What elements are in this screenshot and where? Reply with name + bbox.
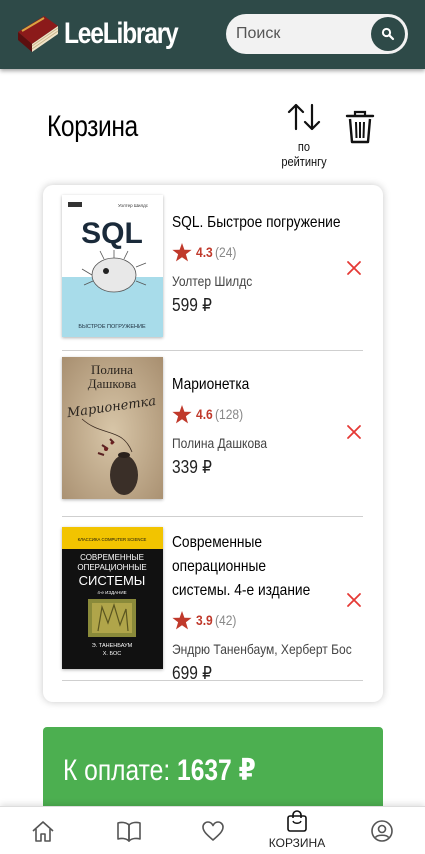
item-info: Марионетка 4.6 (128) Полина Дашкова 339 … <box>172 373 342 478</box>
book-cover[interactable]: Уолтер Шилдс SQL БЫСТРОЕ ПОГРУЖЕНИЕ <box>62 195 163 337</box>
bag-icon <box>287 810 307 832</box>
sort-label: по рейтингу <box>281 139 327 169</box>
book-title[interactable]: Марионетка <box>172 373 344 397</box>
rating-value: 4.6 <box>196 406 213 422</box>
rating-value: 3.9 <box>196 612 213 628</box>
search-input[interactable] <box>226 14 372 54</box>
rating-count: (42) <box>215 612 237 628</box>
cart-item: КЛАССИКА COMPUTER SCIENCE СОВРЕМЕННЫЕ ОП… <box>62 517 363 684</box>
nav-cart-label: КОРЗИНА <box>268 836 326 850</box>
book-title-line1: Современные операционные <box>172 534 267 575</box>
sort-by-rating-button[interactable]: по рейтингу <box>273 101 335 169</box>
book-price: 339 ₽ <box>172 457 212 477</box>
close-icon <box>347 593 361 607</box>
book-cover[interactable]: Полина Дашкова Марионетка <box>62 357 163 499</box>
close-icon <box>347 261 361 275</box>
rating: 4.6 (128) <box>172 403 342 425</box>
rating-count: (24) <box>215 244 237 260</box>
rating-value: 4.3 <box>196 244 213 260</box>
cover-author-first: Полина <box>91 362 133 377</box>
book-title[interactable]: SQL. Быстрое погружение <box>172 211 344 235</box>
sort-arrows-icon <box>287 103 321 131</box>
book-title[interactable]: Современные операционные системы. 4-е из… <box>172 531 344 603</box>
search-icon <box>381 27 395 41</box>
cart-list: Уолтер Шилдс SQL БЫСТРОЕ ПОГРУЖЕНИЕ SQL.… <box>43 185 383 702</box>
remove-item-button[interactable] <box>345 259 363 277</box>
book-author: Уолтер Шилдс <box>172 273 253 289</box>
cover-line1: СОВРЕМЕННЫЕ <box>80 553 144 562</box>
rating: 4.3 (24) <box>172 241 342 263</box>
user-icon <box>371 820 393 842</box>
checkout-label: К оплате: 1637 ₽ <box>63 753 256 788</box>
cart-item: Уолтер Шилдс SQL БЫСТРОЕ ПОГРУЖЕНИЕ SQL.… <box>62 187 363 351</box>
item-info: Современные операционные системы. 4-е из… <box>172 531 352 684</box>
book-price: 599 ₽ <box>172 295 212 315</box>
search-button[interactable] <box>371 17 405 51</box>
checkout-text: К оплате: <box>63 754 171 787</box>
nav-home[interactable] <box>13 807 73 854</box>
book-icon <box>117 821 141 842</box>
heart-icon <box>202 821 224 841</box>
cover-subtitle: БЫСТРОЕ ПОГРУЖЕНИЕ <box>78 324 146 330</box>
book-price: 699 ₽ <box>172 663 212 683</box>
cover-series: КЛАССИКА COMPUTER SCIENCE <box>78 537 147 542</box>
clear-cart-button[interactable] <box>345 110 375 144</box>
cart-item: Полина Дашкова Марионетка Марионетка 4.6… <box>62 351 363 517</box>
close-icon <box>347 425 361 439</box>
checkout-total: 1637 ₽ <box>177 754 256 787</box>
book-cover[interactable]: КЛАССИКА COMPUTER SCIENCE СОВРЕМЕННЫЕ ОП… <box>62 527 163 669</box>
book-title-line2: системы. 4-е издание <box>172 582 311 599</box>
nav-profile[interactable] <box>352 807 412 854</box>
cover-edition: 4-е ИЗДАНИЕ <box>97 590 126 595</box>
item-info: SQL. Быстрое погружение 4.3 (24) Уолтер … <box>172 211 342 316</box>
app-logo[interactable]: LeeLibrary <box>14 10 202 56</box>
cover-line2: ОПЕРАЦИОННЫЕ <box>77 563 146 572</box>
book-author: Полина Дашкова <box>172 435 268 451</box>
app-header: LeeLibrary <box>0 0 425 69</box>
rating-count: (128) <box>215 406 244 422</box>
cover-authors2: Х. БОС <box>103 651 122 657</box>
remove-item-button[interactable] <box>345 591 363 609</box>
nav-catalog[interactable] <box>98 807 158 854</box>
home-icon <box>32 821 54 842</box>
cover-title: SQL <box>81 217 143 250</box>
book-author: Эндрю Таненбаум, Херберт Бос <box>172 641 352 657</box>
trash-icon <box>345 110 375 144</box>
book-logo-icon <box>14 10 62 56</box>
search-box <box>226 14 408 54</box>
remove-item-button[interactable] <box>345 423 363 441</box>
star-icon <box>172 242 192 261</box>
bottom-nav: КОРЗИНА <box>0 806 425 854</box>
logo-text: LeeLibrary <box>64 17 179 50</box>
nav-favorites[interactable] <box>183 807 243 854</box>
cover-authors1: Э. ТАНЕНБАУМ <box>92 643 133 649</box>
nav-cart[interactable]: КОРЗИНА <box>267 807 327 854</box>
rating: 3.9 (42) <box>172 609 342 631</box>
star-icon <box>172 610 192 629</box>
star-icon <box>172 404 192 423</box>
cover-author: Уолтер Шилдс <box>118 203 149 208</box>
page-title: Корзина <box>47 110 138 143</box>
cover-line3: СИСТЕМЫ <box>79 573 146 588</box>
cover-author-last: Дашкова <box>88 376 137 391</box>
